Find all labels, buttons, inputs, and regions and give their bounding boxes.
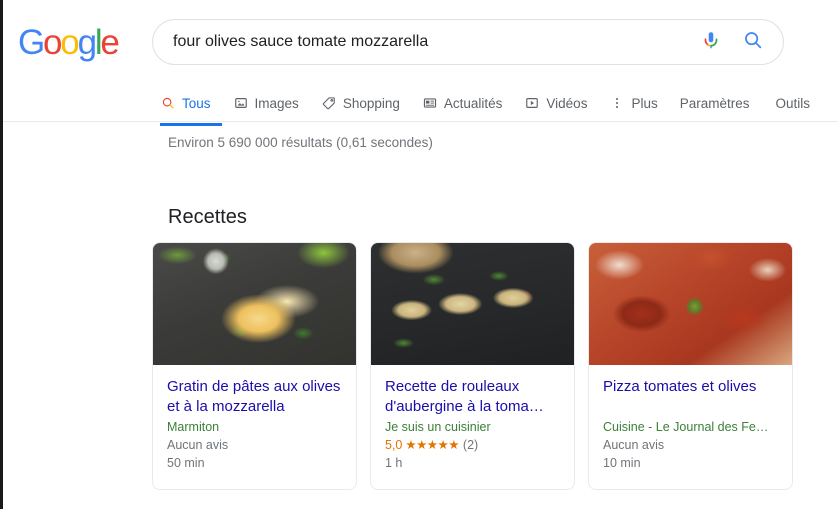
results-count: Environ 5 690 000 résultats (0,61 second… (168, 135, 433, 150)
logo-letter-g: g (77, 23, 98, 62)
recipe-card-body: Pizza tomates et olives Cuisine - Le Jou… (589, 365, 792, 489)
recipe-card-body: Gratin de pâtes aux olives et à la mozza… (153, 365, 356, 489)
tab-label: Plus (631, 95, 658, 111)
tools-button[interactable]: Outils (776, 88, 811, 118)
recipe-image[interactable] (589, 243, 792, 365)
tab-actualites[interactable]: Actualités (422, 88, 503, 118)
recipe-rating-score: 5,0 (385, 438, 403, 452)
settings-button[interactable]: Paramètres (680, 88, 750, 118)
video-icon (524, 95, 540, 111)
more-dots-icon (609, 95, 625, 111)
recipe-rating: Aucun avis (603, 437, 778, 454)
tools-label: Outils (775, 95, 811, 111)
recipe-source: Je suis un cuisinier (385, 420, 491, 434)
tab-videos[interactable]: Vidéos (524, 88, 587, 118)
recipe-source: Cuisine - Le Journal des Fem… (603, 420, 778, 434)
search-icon (160, 95, 176, 111)
tab-label: Actualités (443, 95, 503, 111)
recipe-title[interactable]: Recette de rouleaux d'aubergine à la tom… (385, 377, 560, 417)
recipe-card[interactable]: Pizza tomates et olives Cuisine - Le Jou… (588, 242, 793, 490)
google-search-results-page: Google four olives sauce tomate mozzarel… (0, 0, 838, 509)
tag-icon (321, 95, 337, 111)
recipes-carousel: Gratin de pâtes aux olives et à la mozza… (152, 242, 793, 490)
logo-letter-e: e (100, 23, 120, 62)
window-left-edge (0, 0, 3, 509)
settings-label: Paramètres (679, 95, 750, 111)
recipe-title[interactable]: Pizza tomates et olives (603, 377, 778, 397)
tab-images[interactable]: Images (233, 88, 299, 118)
recipe-rating-text: Aucun avis (167, 438, 229, 452)
logo-letter-o2: o (60, 23, 80, 62)
recipe-image[interactable] (153, 243, 356, 365)
recipe-rating-text: Aucun avis (603, 438, 665, 452)
pizza-tomates-olives-photo (589, 243, 792, 365)
recipe-card[interactable]: Recette de rouleaux d'aubergine à la tom… (370, 242, 575, 490)
recipe-card-body: Recette de rouleaux d'aubergine à la tom… (371, 365, 574, 489)
tab-label: Vidéos (546, 95, 588, 111)
recipe-time: 10 min (603, 456, 641, 470)
recipe-title[interactable]: Gratin de pâtes aux olives et à la mozza… (167, 377, 342, 417)
tab-label: Tous (182, 95, 211, 111)
gratin-de-pates-photo (153, 243, 356, 365)
tab-label: Shopping (342, 95, 400, 111)
search-icon (742, 29, 764, 56)
search-submit-button[interactable] (733, 20, 773, 64)
microphone-icon (700, 29, 722, 56)
search-nav-tabs: Tous Images Shopping Actualités Vidéos P… (160, 88, 811, 126)
google-logo[interactable]: Google (18, 23, 120, 62)
voice-search-button[interactable] (691, 20, 731, 64)
search-input[interactable] (153, 20, 691, 64)
news-icon (422, 95, 438, 111)
recipe-source: Marmiton (167, 420, 220, 434)
image-icon (233, 95, 249, 111)
rouleaux-aubergine-photo (371, 243, 574, 365)
tab-label: Images (254, 95, 299, 111)
recipe-rating: 5,0 ★★★★★ (2) (385, 437, 560, 454)
recipe-rating-count: (2) (462, 438, 479, 452)
recipe-image[interactable] (371, 243, 574, 365)
tab-plus[interactable]: Plus (609, 88, 658, 118)
tab-tous[interactable]: Tous (160, 88, 222, 126)
search-header: Google four olives sauce tomate mozzarel… (0, 0, 838, 126)
search-box[interactable] (152, 19, 784, 65)
logo-letter-o1: o (43, 23, 63, 62)
section-title-recettes: Recettes (168, 206, 247, 228)
tab-shopping[interactable]: Shopping (321, 88, 400, 118)
recipe-card[interactable]: Gratin de pâtes aux olives et à la mozza… (152, 242, 357, 490)
recipe-time: 50 min (167, 456, 205, 470)
recipe-rating: Aucun avis (167, 437, 342, 454)
recipe-time: 1 h (385, 456, 403, 470)
active-tab-indicator (160, 123, 222, 126)
recipe-rating-stars: ★★★★★ (405, 438, 459, 452)
header-divider (0, 121, 838, 122)
logo-letter-G: G (18, 23, 45, 62)
